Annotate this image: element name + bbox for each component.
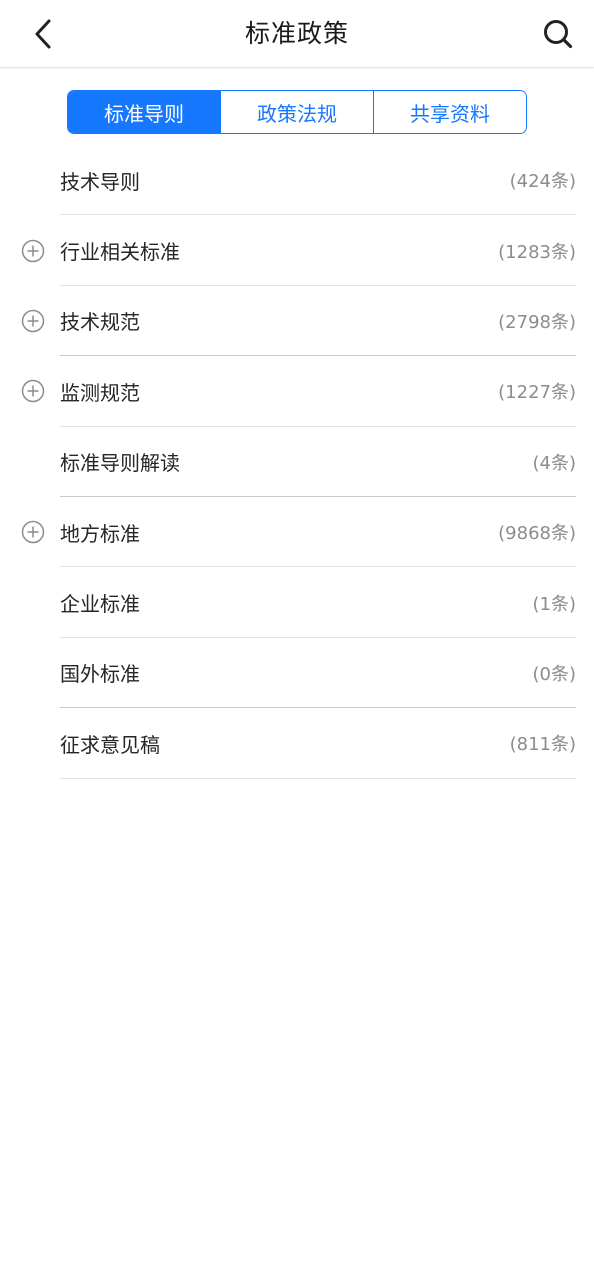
chevron-left-icon (35, 19, 51, 49)
tab-policies-regulations[interactable]: 政策法规 (220, 91, 373, 133)
item-label: 征求意见稿 (60, 732, 160, 757)
item-label: 行业相关标准 (60, 240, 180, 265)
item-count: (1条) (532, 593, 577, 615)
category-list: 技术导则 (424条) 行业相关标准 (1283条) 技术规范 (2798条) … (0, 145, 594, 779)
back-button[interactable] (22, 12, 66, 56)
item-count: (2798条) (498, 311, 576, 333)
list-item[interactable]: 行业相关标准 (1283条) (0, 215, 594, 286)
item-count: (0条) (532, 663, 577, 685)
top-app-bar: 标准政策 (0, 0, 594, 68)
item-label: 标准导则解读 (60, 451, 180, 476)
list-item[interactable]: 技术导则 (424条) (0, 145, 594, 216)
item-label: 企业标准 (60, 592, 140, 617)
item-label: 地方标准 (60, 521, 140, 546)
search-button[interactable] (536, 12, 580, 56)
list-item[interactable]: 企业标准 (1条) (0, 567, 594, 638)
expand-plus-icon[interactable] (21, 309, 45, 333)
segmented-tabs: 标准导则 政策法规 共享资料 (67, 90, 527, 134)
search-icon (544, 20, 573, 49)
item-label: 技术导则 (60, 169, 140, 194)
item-count: (811条) (509, 734, 576, 756)
list-item[interactable]: 征求意见稿 (811条) (0, 708, 594, 779)
item-label: 监测规范 (60, 380, 140, 405)
list-item[interactable]: 技术规范 (2798条) (0, 286, 594, 357)
page-title: 标准政策 (244, 19, 349, 48)
item-count: (1283条) (498, 241, 576, 263)
expand-plus-icon[interactable] (21, 520, 45, 544)
expand-plus-icon[interactable] (21, 379, 45, 403)
divider (60, 777, 576, 779)
expand-plus-icon[interactable] (21, 239, 45, 263)
list-item[interactable]: 监测规范 (1227条) (0, 356, 594, 427)
tab-standard-guidelines[interactable]: 标准导则 (68, 91, 220, 133)
list-item[interactable]: 标准导则解读 (4条) (0, 427, 594, 497)
item-label: 技术规范 (60, 310, 140, 335)
list-item[interactable]: 国外标准 (0条) (0, 638, 594, 709)
tab-shared-resources[interactable]: 共享资料 (373, 91, 526, 133)
list-item[interactable]: 地方标准 (9868条) (0, 497, 594, 568)
item-count: (424条) (509, 171, 576, 193)
item-count: (1227条) (498, 382, 576, 404)
item-count: (4条) (532, 452, 577, 474)
item-label: 国外标准 (60, 662, 140, 687)
item-count: (9868条) (498, 523, 576, 545)
